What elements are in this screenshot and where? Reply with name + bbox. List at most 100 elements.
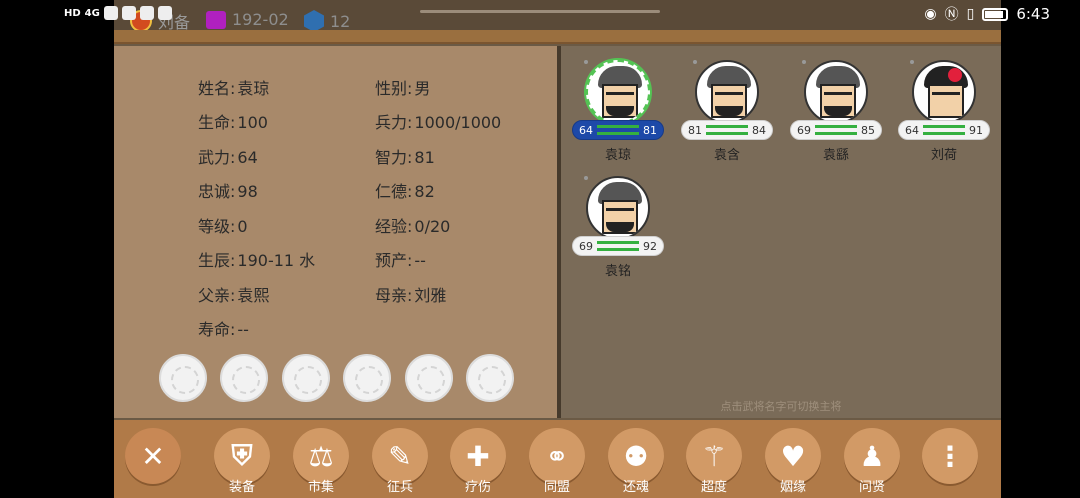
game-screen: 刘备 192-02 12 姓名: 袁琼 性别: 男 生命: 100 兵力: 1000/1… [114,0,1001,498]
marriage-button[interactable]: ♥ 姻缘 [764,428,822,498]
equip-button[interactable]: ⛨ 装备 [213,428,271,498]
market-button[interactable]: ⚖ 市集 [292,428,350,498]
recruit-button[interactable]: ✎ 征兵 [371,428,429,498]
field-life: 生命: 100 [198,109,268,133]
field-value: 刘雅 [414,286,447,305]
general-card[interactable]: 69 85 袁繇 [788,46,884,166]
general-card[interactable]: 64 91 刘荷 [896,46,992,166]
field-value: 82 [414,182,435,201]
general-name[interactable]: 袁琼 [570,144,666,163]
general-info-panel: 姓名: 袁琼 性别: 男 生命: 100 兵力: 1000/1000 武力: 64 智力:… [114,46,561,418]
market-label: 市集 [307,480,334,495]
field-due: 预产: -- [375,247,426,271]
field-value: 81 [414,148,435,167]
transcend-button[interactable]: ⚚ 超度 [685,428,743,498]
intelligence-value: 91 [969,123,983,137]
status-dot [802,60,806,64]
field-name: 姓名: 袁琼 [198,75,269,99]
marriage-label: 姻缘 [779,480,806,495]
general-card[interactable]: 69 92 袁铭 [570,162,666,282]
general-stats: 69 92 [572,236,664,256]
strength-value: 64 [905,123,919,137]
field-value: -- [237,320,249,339]
field-label: 忠诚: [198,182,236,201]
close-icon: ✕ [125,428,181,484]
home-indicator [420,10,660,13]
field-label: 经验: [375,217,413,236]
hexagon-icon [304,10,324,32]
field-value: 男 [414,79,431,98]
clock: 6:43 [1016,5,1050,23]
item-slot[interactable] [282,354,330,402]
general-card[interactable]: 64 81 袁琼 [570,46,666,166]
resource-count: 12 [330,11,351,31]
general-name[interactable]: 袁繇 [788,144,884,163]
item-slot[interactable] [159,354,207,402]
field-value: 0/20 [414,217,451,236]
general-name[interactable]: 刘荷 [896,144,992,163]
status-dot [584,60,588,64]
intelligence-value: 92 [643,239,657,253]
hd-badge: HD [64,7,81,19]
field-father: 父亲: 袁熙 [198,282,269,306]
field-value: 1000/1000 [414,113,502,132]
field-label: 兵力: [375,113,413,132]
field-label: 武力: [198,148,236,167]
network-badge: 4G [84,7,100,19]
item-slot[interactable] [343,354,391,402]
item-slot[interactable] [405,354,453,402]
field-value: 64 [237,148,258,167]
heal-button[interactable]: ✚ 疗伤 [449,428,507,498]
field-value: -- [414,251,426,270]
revive-button[interactable]: ⚉ 还魂 [607,428,665,498]
field-level: 等级: 0 [198,213,248,237]
general-portrait[interactable] [586,60,650,124]
field-lifespan: 寿命: -- [198,316,249,340]
field-label: 生命: [198,113,236,132]
lord-avatar [130,10,152,32]
general-portrait[interactable] [695,60,759,124]
more-button[interactable]: ⋮ [921,428,979,498]
field-intelligence: 智力: 81 [375,144,435,168]
strength-value: 64 [579,123,593,137]
general-name[interactable]: 袁含 [679,144,775,163]
field-gender: 性别: 男 [375,75,430,99]
alliance-button[interactable]: ⚭ 同盟 [528,428,586,498]
field-virtue: 仁德: 82 [375,178,435,202]
general-portrait[interactable] [804,60,868,124]
general-card[interactable]: 81 84 袁含 [679,46,775,166]
generals-panel: 64 81 袁琼 81 84 袁含 69 85 袁繇 64 91 刘荷 69 92 袁铭 [561,46,1001,418]
field-value: 袁熙 [237,286,270,305]
field-label: 仁德: [375,182,413,201]
status-dot [584,176,588,180]
alliance-label: 同盟 [543,480,570,495]
field-label: 预产: [375,251,413,270]
general-portrait[interactable] [586,176,650,240]
general-name[interactable]: 袁铭 [570,260,666,279]
date-text: 192-02 [232,10,289,29]
strength-value: 69 [797,123,811,137]
switch-hint: 点击武将名字可切换主将 [720,400,842,413]
field-mother: 母亲: 刘雅 [375,282,446,306]
general-stats: 69 85 [790,120,882,140]
sage-button[interactable]: ♟ 问贤 [843,428,901,498]
item-slot[interactable] [466,354,514,402]
field-label: 性别: [375,79,413,98]
transcend-label: 超度 [700,480,727,495]
general-stats: 81 84 [681,120,773,140]
equip-label: 装备 [228,480,255,495]
more-icon: ⋮ [922,428,978,484]
item-slot[interactable] [220,354,268,402]
field-label: 等级: [198,217,236,236]
field-value: 190-11 水 [237,251,316,270]
general-portrait[interactable] [912,60,976,124]
field-label: 父亲: [198,286,236,305]
lord-indicator[interactable]: 刘备 [130,10,190,32]
close-button[interactable]: ✕ [124,428,182,498]
field-label: 母亲: [375,286,413,305]
field-value: 0 [237,217,248,236]
field-strength: 武力: 64 [198,144,258,168]
field-label: 生辰: [198,251,236,270]
intelligence-value: 81 [643,123,657,137]
field-birth: 生辰: 190-11 水 [198,247,315,271]
